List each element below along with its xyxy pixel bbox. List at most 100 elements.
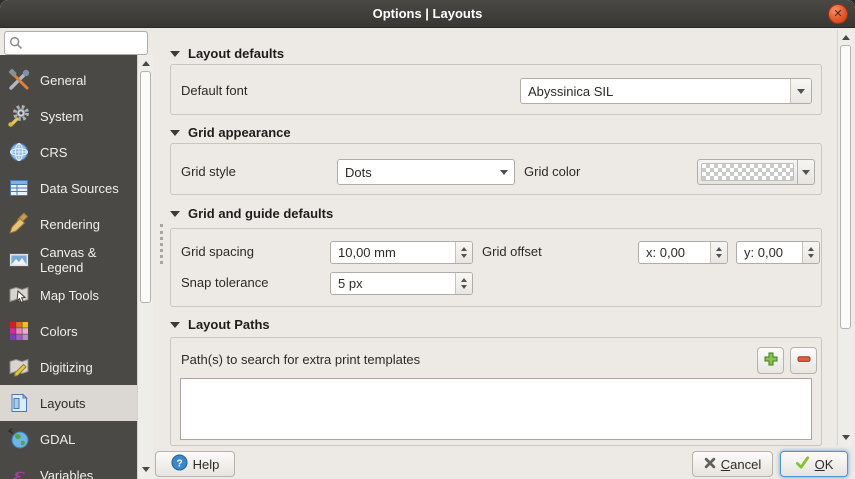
grid-style-value: Dots [338, 160, 493, 184]
sidebar-item-variables[interactable]: ε Variables [0, 457, 137, 479]
sidebar-item-system[interactable]: System [0, 98, 137, 134]
map-pencil-icon [7, 355, 31, 379]
titlebar[interactable]: Options | Layouts ✕ [0, 0, 855, 28]
cancel-x-icon [704, 457, 716, 472]
epsilon-variables-icon: ε [7, 463, 31, 479]
grid-offset-label: Grid offset [482, 241, 542, 263]
close-button[interactable]: ✕ [828, 4, 848, 24]
sidebar-item-canvas-legend[interactable]: Canvas & Legend [0, 242, 137, 277]
options-dialog: Options | Layouts ✕ General System CRS D… [0, 0, 855, 479]
spinner-buttons[interactable] [710, 242, 727, 263]
chevron-down-icon[interactable] [493, 160, 514, 184]
sidebar-item-label: Digitizing [40, 360, 93, 375]
sidebar-item-digitizing[interactable]: Digitizing [0, 349, 137, 385]
search-input[interactable] [4, 31, 148, 55]
chevron-down-icon[interactable] [797, 160, 814, 184]
collapse-arrow-icon [170, 130, 180, 136]
ok-check-icon [795, 455, 810, 473]
sidebar-item-map-tools[interactable]: Map Tools [0, 277, 137, 313]
search-icon [9, 36, 23, 53]
sidebar-item-label: Map Tools [40, 288, 99, 303]
layout-page-icon [7, 391, 31, 415]
snap-tolerance-label: Snap tolerance [181, 272, 268, 294]
spinner-buttons[interactable] [455, 273, 472, 294]
help-button[interactable]: ? Help [155, 451, 235, 477]
template-paths-list[interactable] [180, 378, 812, 440]
svg-text:ε: ε [13, 463, 25, 479]
grid-spacing-value: 10,00 mm [331, 242, 455, 263]
section-title: Grid and guide defaults [188, 206, 333, 221]
data-table-icon [7, 176, 31, 200]
section-header-layout-paths[interactable]: Layout Paths [170, 317, 270, 332]
section-header-grid-appearance[interactable]: Grid appearance [170, 125, 291, 140]
grid-spacing-label: Grid spacing [181, 241, 254, 263]
sidebar-item-label: Canvas & Legend [40, 245, 137, 275]
sidebar-item-label: Layouts [40, 396, 86, 411]
sidebar-item-label: System [40, 109, 83, 124]
scroll-up-icon[interactable] [138, 57, 153, 70]
snap-tolerance-spinbox[interactable]: 5 px [330, 272, 473, 295]
paintbrush-icon [7, 212, 31, 236]
default-font-value: Abyssinica SIL [521, 79, 790, 103]
section-title: Layout defaults [188, 46, 284, 61]
sidebar-item-label: Variables [40, 468, 93, 479]
cancel-button[interactable]: Cancel [692, 451, 773, 477]
content-scrollbar[interactable] [837, 30, 853, 446]
scroll-up-icon[interactable] [838, 31, 853, 44]
grid-offset-x-spinbox[interactable]: x: 0,00 [638, 241, 728, 264]
plus-icon [763, 351, 779, 370]
ok-button[interactable]: OK [780, 451, 848, 477]
color-swatches-icon [7, 319, 31, 343]
grid-style-label: Grid style [181, 161, 236, 183]
grid-color-label: Grid color [524, 161, 580, 183]
svg-text:?: ? [176, 458, 182, 469]
sidebar-item-gdal[interactable]: GDAL [0, 421, 137, 457]
gdal-globe-icon [7, 427, 31, 451]
scroll-down-icon[interactable] [138, 463, 153, 476]
tools-icon [7, 68, 31, 92]
panel-splitter[interactable] [160, 224, 163, 264]
section-title: Layout Paths [188, 317, 270, 332]
options-sidebar: General System CRS Data Sources Renderin… [0, 55, 137, 479]
sidebar-item-label: General [40, 73, 86, 88]
section-header-layout-defaults[interactable]: Layout defaults [170, 46, 284, 61]
add-path-button[interactable] [757, 347, 784, 374]
default-font-combobox[interactable]: Abyssinica SIL [520, 78, 812, 104]
sidebar-item-data-sources[interactable]: Data Sources [0, 170, 137, 206]
ok-label: OK [815, 457, 834, 472]
sidebar-item-crs[interactable]: CRS [0, 134, 137, 170]
spinner-buttons[interactable] [802, 242, 819, 263]
grid-offset-x-value: x: 0,00 [639, 242, 710, 263]
grid-offset-y-spinbox[interactable]: y: 0,00 [736, 241, 820, 264]
sidebar-item-label: Colors [40, 324, 78, 339]
map-cursor-icon [7, 283, 31, 307]
canvas-picture-icon [7, 248, 31, 272]
sidebar-item-layouts[interactable]: Layouts [0, 385, 137, 421]
sidebar-item-colors[interactable]: Colors [0, 313, 137, 349]
grid-style-combobox[interactable]: Dots [337, 159, 515, 185]
group-grid-guide-defaults [170, 228, 822, 307]
cancel-label: Cancel [721, 457, 761, 472]
chevron-down-icon[interactable] [790, 79, 811, 103]
transparent-color-swatch [701, 163, 794, 181]
section-title: Grid appearance [188, 125, 291, 140]
search-box [4, 31, 148, 55]
sidebar-scrollbar[interactable] [137, 55, 153, 479]
crs-globe-icon [7, 140, 31, 164]
snap-tolerance-value: 5 px [331, 273, 455, 294]
sidebar-item-label: CRS [40, 145, 67, 160]
spinner-buttons[interactable] [455, 242, 472, 263]
grid-color-button[interactable] [697, 159, 815, 185]
collapse-arrow-icon [170, 211, 180, 217]
sidebar-item-general[interactable]: General [0, 62, 137, 98]
grid-spacing-spinbox[interactable]: 10,00 mm [330, 241, 473, 264]
sidebar-item-label: Data Sources [40, 181, 119, 196]
scroll-down-icon[interactable] [838, 431, 853, 444]
content-scrollbar-thumb[interactable] [840, 45, 851, 329]
sidebar-scrollbar-thumb[interactable] [140, 71, 151, 303]
collapse-arrow-icon [170, 322, 180, 328]
help-icon: ? [171, 454, 188, 474]
section-header-grid-guide-defaults[interactable]: Grid and guide defaults [170, 206, 333, 221]
remove-path-button[interactable] [790, 347, 817, 374]
sidebar-item-rendering[interactable]: Rendering [0, 206, 137, 242]
